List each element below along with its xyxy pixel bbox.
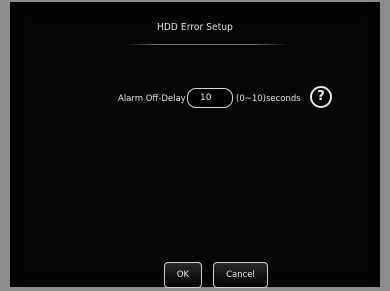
- title-divider: [123, 44, 288, 45]
- alarm-off-delay-input[interactable]: [187, 88, 233, 108]
- hdd-error-setup-dialog: HDD Error Setup Alarm Off-Delay (0~10)se…: [10, 2, 380, 288]
- help-question-icon[interactable]: ?: [310, 86, 332, 108]
- ok-button[interactable]: OK: [164, 262, 202, 288]
- dialog-title: HDD Error Setup: [157, 22, 233, 33]
- alarm-off-delay-range: (0~10)seconds: [236, 94, 301, 104]
- cancel-button[interactable]: Cancel: [213, 262, 268, 288]
- alarm-off-delay-label: Alarm Off-Delay: [118, 94, 186, 104]
- screen-bezel: HDD Error Setup Alarm Off-Delay (0~10)se…: [0, 0, 390, 291]
